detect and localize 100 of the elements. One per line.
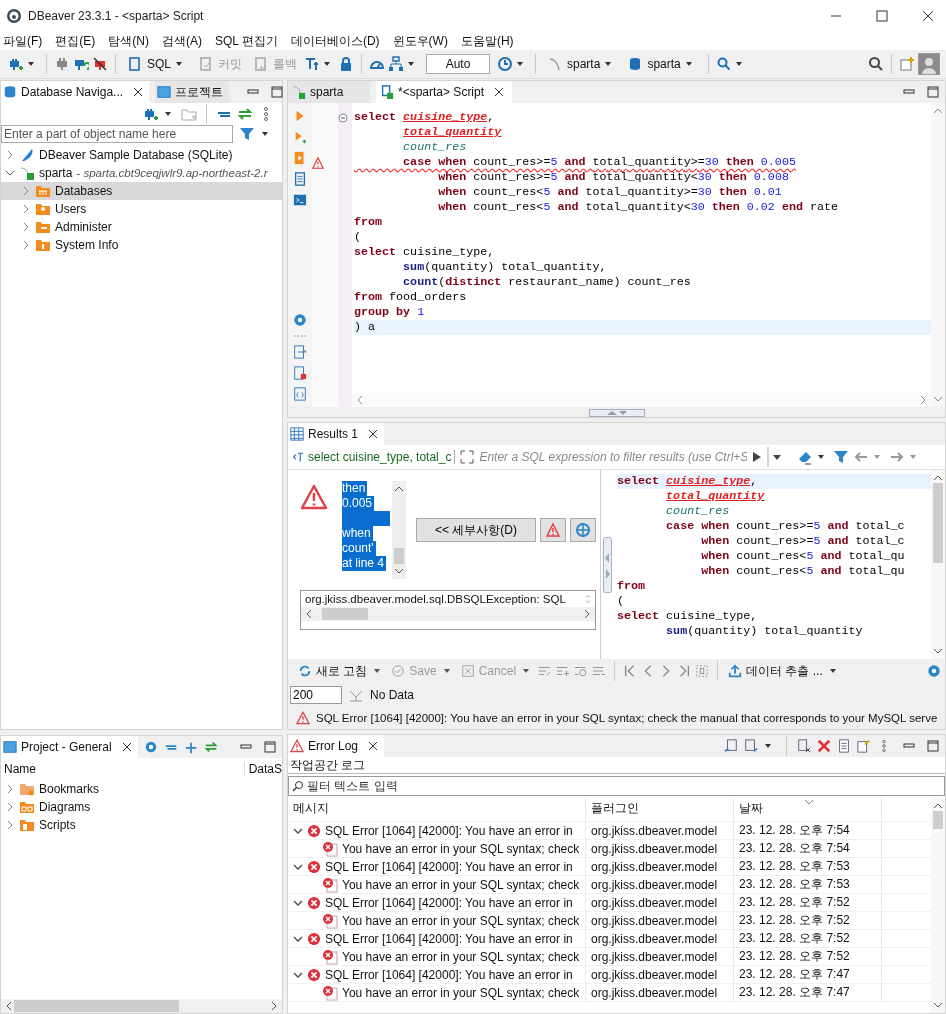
locate-button[interactable] xyxy=(570,518,596,542)
filter-icon[interactable] xyxy=(833,449,850,465)
menu-item[interactable]: 파일(F) xyxy=(3,32,43,50)
caret-icon[interactable] xyxy=(817,453,826,461)
close-icon[interactable] xyxy=(368,741,379,751)
copy-row-icon[interactable] xyxy=(574,664,589,678)
close-icon[interactable] xyxy=(368,429,379,439)
error-log-tab[interactable]: Error Log xyxy=(288,735,385,757)
maximize-icon[interactable] xyxy=(271,86,284,98)
gear-icon[interactable] xyxy=(293,313,307,327)
tree-label[interactable]: Diagrams xyxy=(39,800,91,814)
scroll-left-icon[interactable] xyxy=(355,395,365,405)
scroll-left-icon[interactable] xyxy=(304,609,314,619)
run-plus-icon[interactable] xyxy=(293,130,307,144)
panel-tab[interactable]: Database Naviga... xyxy=(1,81,150,103)
sash-handle-icon[interactable] xyxy=(588,409,645,417)
panel-tab[interactable]: 프로젝트 xyxy=(155,81,230,103)
details-button[interactable]: << 세부사항(D) xyxy=(416,518,536,542)
link-editor-icon[interactable] xyxy=(203,740,218,754)
link-editor-icon[interactable] xyxy=(237,106,253,122)
caret-icon[interactable] xyxy=(522,667,531,675)
caret-icon[interactable] xyxy=(442,667,451,675)
refresh-button[interactable]: 새로 고침 xyxy=(296,662,370,680)
caret-icon[interactable] xyxy=(323,60,331,68)
export-data-button[interactable]: 데이터 추출 ... xyxy=(726,662,825,680)
scrollbar-thumb[interactable] xyxy=(933,811,943,829)
scrollbar-thumb[interactable] xyxy=(14,1000,179,1012)
caret-icon[interactable] xyxy=(516,60,524,68)
search-icon[interactable] xyxy=(868,56,884,72)
editor-tab[interactable]: *<sparta> Script xyxy=(376,81,513,103)
transaction-mode-field[interactable]: Auto xyxy=(426,54,490,74)
column-header[interactable]: 날짜 xyxy=(734,798,882,821)
export-log-icon[interactable] xyxy=(724,739,738,753)
caret-icon[interactable] xyxy=(373,667,382,675)
maximize-icon[interactable] xyxy=(927,86,939,98)
vertical-scrollbar[interactable] xyxy=(392,481,406,579)
filter-icon[interactable] xyxy=(239,126,255,142)
caret-icon[interactable] xyxy=(27,60,35,68)
scroll-up-icon[interactable] xyxy=(933,801,943,811)
maximize-icon[interactable] xyxy=(876,10,888,22)
column-header[interactable]: 메시지 xyxy=(288,798,586,821)
caret-icon[interactable] xyxy=(764,742,772,750)
maximize-icon[interactable] xyxy=(927,740,939,752)
terminal-icon[interactable] xyxy=(293,193,307,207)
file-error-icon[interactable] xyxy=(293,366,307,380)
vertical-scrollbar[interactable] xyxy=(931,470,945,659)
datasource-selector[interactable]: sparta xyxy=(543,56,621,72)
menu-item[interactable]: 탐색(N) xyxy=(108,32,149,50)
edit-row-icon[interactable] xyxy=(538,664,553,678)
chevron-icon[interactable] xyxy=(5,168,15,178)
scroll-up-icon[interactable] xyxy=(394,484,404,494)
splitter-handle-icon[interactable] xyxy=(602,536,612,593)
scrollbar-thumb[interactable] xyxy=(933,483,943,563)
eraser-icon[interactable] xyxy=(797,449,814,465)
avatar-icon[interactable] xyxy=(918,53,940,75)
object-filter-field[interactable]: Enter a part of object name here xyxy=(1,125,233,143)
menu-item[interactable]: 검색(A) xyxy=(162,32,202,50)
schema-selector[interactable]: sparta xyxy=(623,56,701,72)
hierarchy-icon[interactable] xyxy=(388,56,404,72)
close-icon[interactable] xyxy=(494,87,505,97)
menu-item[interactable]: 도움말(H) xyxy=(460,32,514,50)
close-icon[interactable] xyxy=(133,87,144,97)
menu-item[interactable]: 데이터베이스(D) xyxy=(290,32,380,50)
gear-icon[interactable] xyxy=(143,740,158,754)
scroll-down-icon[interactable] xyxy=(933,1000,943,1010)
close-icon[interactable] xyxy=(922,10,934,22)
tree-item[interactable]: DBeaver Sample Database (SQLite) xyxy=(1,146,282,164)
editor-tab[interactable]: sparta xyxy=(288,81,370,103)
scroll-up-icon[interactable] xyxy=(933,473,943,483)
scrollbar-thumb[interactable] xyxy=(322,608,368,620)
new-connection-icon[interactable] xyxy=(8,56,24,72)
caret-icon[interactable] xyxy=(407,60,415,68)
caret-icon[interactable] xyxy=(828,667,837,675)
history-icon[interactable] xyxy=(497,56,513,72)
lock-icon[interactable] xyxy=(338,56,354,72)
variables-icon[interactable] xyxy=(293,387,307,401)
run-script-icon[interactable] xyxy=(293,151,307,165)
horizontal-scrollbar[interactable] xyxy=(301,607,595,621)
last-page-icon[interactable] xyxy=(677,664,692,678)
column-header[interactable]: DataS xyxy=(244,762,282,776)
format-icon[interactable] xyxy=(304,56,320,72)
log-filter-field[interactable]: 필터 텍스트 입력 xyxy=(288,776,945,796)
caret-icon[interactable] xyxy=(734,60,743,68)
horizontal-scrollbar[interactable] xyxy=(1,999,282,1013)
delete-icon[interactable] xyxy=(817,739,831,753)
tree-item[interactable]: System Info xyxy=(1,236,282,254)
tree-item[interactable]: Databases xyxy=(1,182,282,200)
delete-row-icon[interactable] xyxy=(592,664,607,678)
scroll-down-icon[interactable] xyxy=(933,646,943,656)
vertical-scrollbar[interactable] xyxy=(931,103,945,407)
tree-item[interactable]: sparta - sparta.cbt9ceqjwlr9.ap-northeast-2.r xyxy=(1,164,282,182)
menu-item[interactable]: 윈도우(W) xyxy=(392,32,448,50)
document-icon[interactable] xyxy=(837,739,851,753)
plug-icon[interactable] xyxy=(54,56,70,72)
disconnect-icon[interactable] xyxy=(92,56,108,72)
expand-icon[interactable] xyxy=(183,740,198,754)
maximize-icon[interactable] xyxy=(264,741,276,753)
export-icon[interactable] xyxy=(293,345,307,359)
tree-item[interactable]: Users xyxy=(1,200,282,218)
tree-item[interactable]: Administer xyxy=(1,218,282,236)
